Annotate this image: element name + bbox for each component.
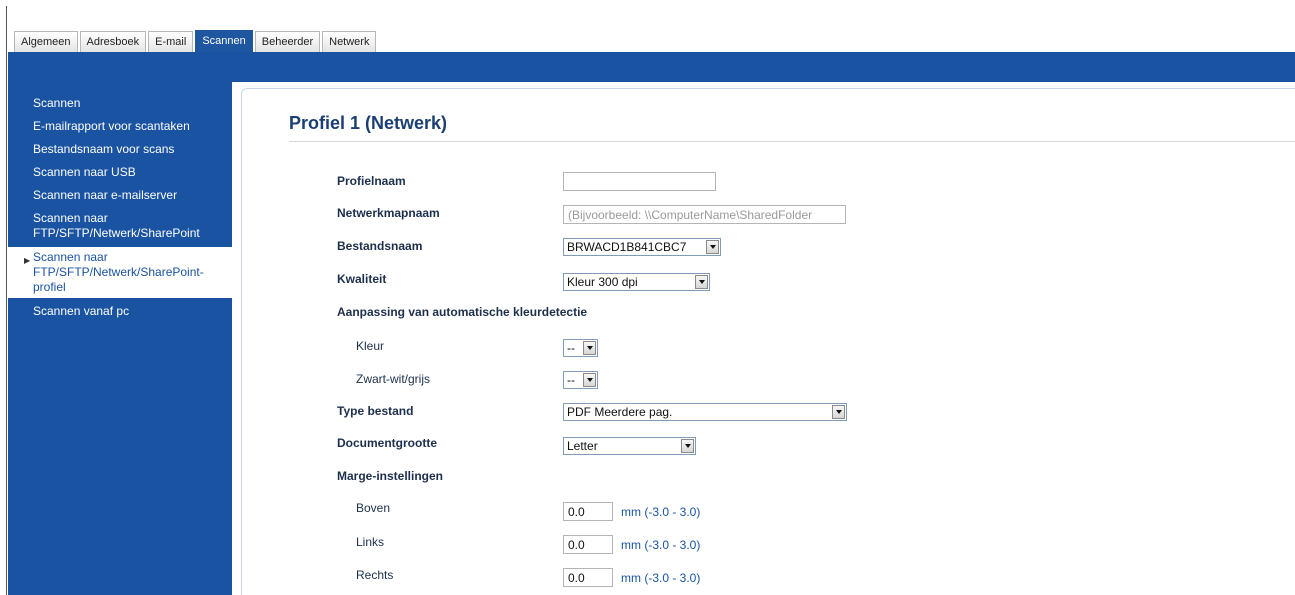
type-bestand-value: PDF Meerdere pag. [567,405,673,419]
kleurdetectie-label: Aanpassing van automatische kleurdetecti… [337,305,588,319]
boven-label: Boven [356,501,391,515]
sidebar-item-label: Scannen naar FTP/SFTP/Netwerk/SharePoint… [33,250,204,294]
sidebar-item-scannen[interactable]: Scannen [8,92,232,115]
kleur-label: Kleur [356,339,385,353]
title-divider [289,141,1295,142]
kwaliteit-label: Kwaliteit [337,272,387,286]
tab-adresboek[interactable]: Adresboek [79,31,147,52]
bestandsnaam-select[interactable]: BRWACD1B841CBC7 [563,238,721,256]
documentgrootte-select[interactable]: Letter [563,437,696,455]
sidebar-item-scannen-naar-e-mailserver[interactable]: Scannen naar e-mailserver [8,184,232,207]
boven-input[interactable] [563,502,613,521]
content-panel [241,88,1295,595]
type-bestand-select[interactable]: PDF Meerdere pag. [563,403,847,421]
page-title: Profiel 1 (Netwerk) [289,113,448,133]
sidebar-item-scannen-vanaf-pc[interactable]: Scannen vanaf pc [8,300,232,323]
tab-e-mail[interactable]: E-mail [148,31,194,52]
sidebar-item-e-mailrapport[interactable]: E-mailrapport voor scantaken [8,115,232,138]
sidebar-item-scannen-naar-ftp-profiel[interactable]: ▶ Scannen naar FTP/SFTP/Netwerk/SharePoi… [8,247,232,298]
chevron-down-icon [681,439,694,453]
sidebar-item-bestandsnaam[interactable]: Bestandsnaam voor scans [8,138,232,161]
bestandsnaam-value: BRWACD1B841CBC7 [567,240,687,254]
main-tab-bar: Algemeen Adresboek E-mail Scannen Beheer… [14,30,377,53]
marge-label: Marge-instellingen [337,469,444,483]
tab-beheerder[interactable]: Beheerder [254,31,321,52]
sidebar-nav: Scannen E-mailrapport voor scantaken Bes… [8,92,232,323]
kwaliteit-select[interactable]: Kleur 300 dpi [563,273,710,291]
profielnaam-label: Profielnaam [337,174,406,188]
sidebar-item-scannen-naar-ftp[interactable]: Scannen naar FTP/SFTP/Netwerk/SharePoint [8,207,218,245]
chevron-down-icon [832,405,845,419]
active-arrow-icon: ▶ [24,256,31,265]
kwaliteit-value: Kleur 300 dpi [567,275,638,289]
netwerkmapnaam-label: Netwerkmapnaam [337,206,440,220]
boven-unit: mm (-3.0 - 3.0) [621,505,701,519]
sidebar-item-scannen-naar-usb[interactable]: Scannen naar USB [8,161,232,184]
rechts-label: Rechts [356,568,394,582]
rechts-input[interactable] [563,568,613,587]
zwart-wit-value: -- [567,373,575,387]
documentgrootte-label: Documentgrootte [337,436,437,450]
window-edge [6,6,7,595]
tab-scannen[interactable]: Scannen [195,30,253,53]
chevron-down-icon [706,240,719,254]
zwart-wit-label: Zwart-wit/grijs [356,372,430,386]
rechts-unit: mm (-3.0 - 3.0) [621,571,701,585]
bestandsnaam-label: Bestandsnaam [337,239,423,253]
type-bestand-label: Type bestand [337,404,414,418]
profielnaam-input[interactable] [563,172,716,191]
header-band [8,52,1295,82]
chevron-down-icon [695,275,708,289]
kleur-value: -- [567,341,575,355]
kleur-select[interactable]: -- [563,339,598,357]
documentgrootte-value: Letter [567,439,598,453]
links-unit: mm (-3.0 - 3.0) [621,538,701,552]
tab-netwerk[interactable]: Netwerk [322,31,377,52]
links-label: Links [356,535,385,549]
netwerkmapnaam-input[interactable] [563,205,846,224]
tab-algemeen[interactable]: Algemeen [14,31,78,52]
chevron-down-icon [583,373,596,387]
links-input[interactable] [563,535,613,554]
zwart-wit-select[interactable]: -- [563,371,598,389]
chevron-down-icon [583,341,596,355]
